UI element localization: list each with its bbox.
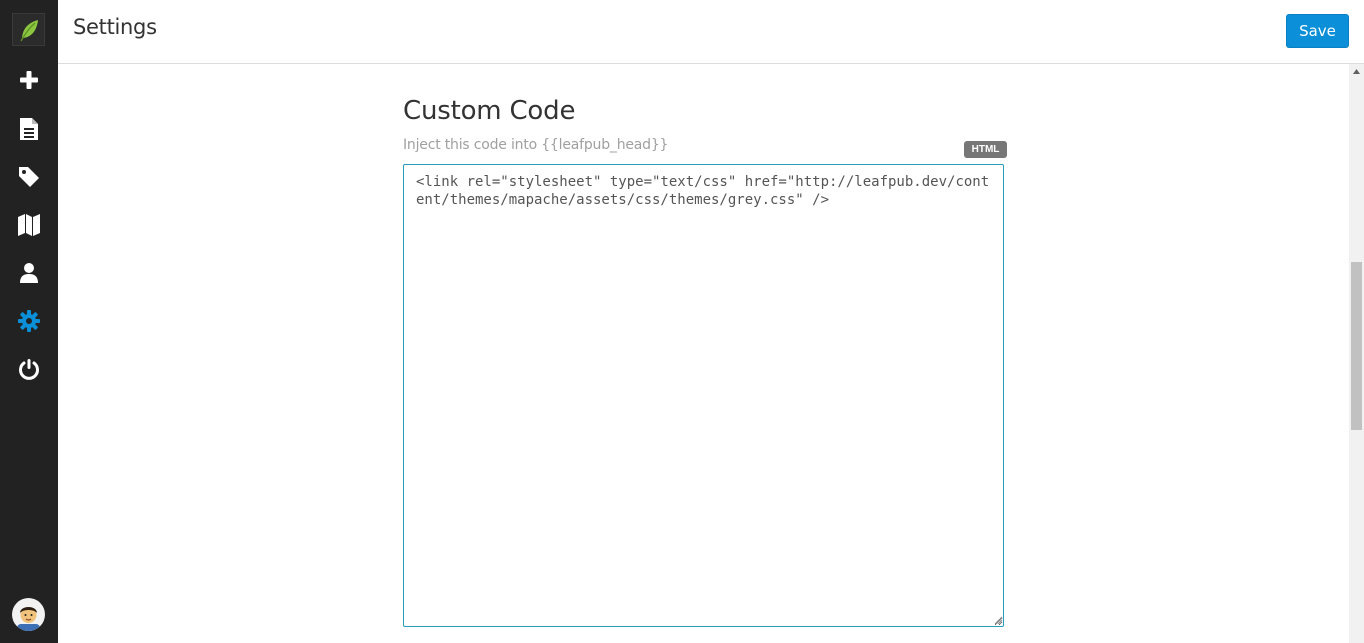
sidebar-item-new-post[interactable] bbox=[0, 58, 58, 102]
map-icon bbox=[17, 213, 41, 237]
plus-icon bbox=[19, 70, 39, 90]
section-hint: Inject this code into {{leafpub_head}} bbox=[403, 137, 669, 153]
sidebar-item-settings[interactable] bbox=[0, 299, 58, 343]
tag-icon bbox=[18, 166, 40, 188]
save-button[interactable]: Save bbox=[1286, 14, 1349, 48]
custom-code-textarea[interactable] bbox=[403, 164, 1004, 627]
page-title: Settings bbox=[73, 15, 157, 39]
section-title: Custom Code bbox=[403, 96, 576, 126]
scroll-up-arrow-icon[interactable] bbox=[1349, 64, 1364, 79]
sidebar-item-users[interactable] bbox=[0, 251, 58, 295]
gear-icon bbox=[18, 310, 40, 332]
power-icon bbox=[18, 358, 40, 380]
sidebar-item-navigation[interactable] bbox=[0, 203, 58, 247]
html-badge: HTML bbox=[964, 141, 1007, 158]
document-icon bbox=[19, 117, 39, 141]
vertical-scrollbar[interactable] bbox=[1349, 64, 1364, 643]
sidebar-item-posts[interactable] bbox=[0, 107, 58, 151]
sidebar-item-tags[interactable] bbox=[0, 155, 58, 199]
sidebar-item-logout[interactable] bbox=[0, 347, 58, 391]
app: Settings Save Custom Code Inject this co… bbox=[0, 0, 1364, 643]
user-avatar[interactable] bbox=[12, 598, 45, 631]
sidebar bbox=[0, 0, 58, 643]
user-icon bbox=[19, 262, 39, 284]
scrollbar-thumb[interactable] bbox=[1351, 262, 1362, 430]
top-bar: Settings Save bbox=[58, 0, 1364, 64]
leaf-icon[interactable] bbox=[12, 13, 45, 46]
